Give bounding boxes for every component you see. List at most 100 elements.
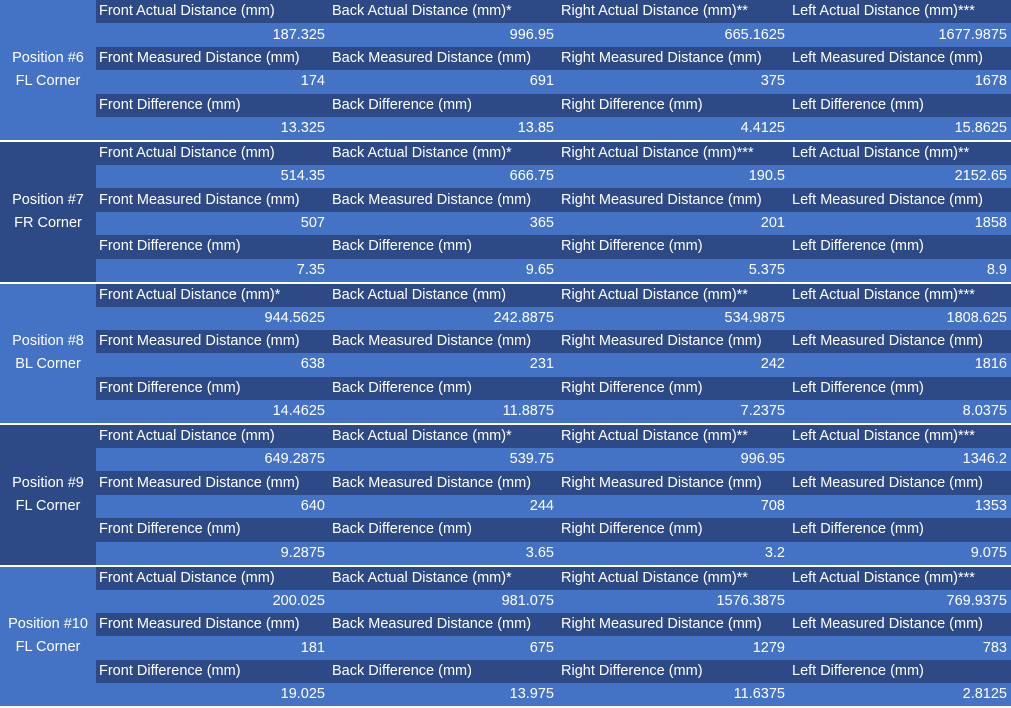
left-label-cell: Left Measured Distance (mm) (789, 471, 1011, 495)
front-label-cell: Front Actual Distance (mm) (96, 424, 329, 449)
table-row: Front Measured Distance (mm) Back Measure… (0, 46, 1011, 71)
corner-label: FR Corner (14, 214, 82, 231)
front-label-cell: Front Difference (mm) (96, 376, 329, 401)
front-label-cell: Front Actual Distance (mm)* (96, 282, 329, 307)
left-value-cell: 1808.625 (789, 306, 1011, 330)
front-label-cell: Front Measured Distance (mm) (96, 613, 329, 637)
back-value-cell: 242.8875 (329, 306, 558, 330)
back-value-cell: 666.75 (329, 164, 558, 189)
left-label-cell: Left Actual Distance (mm)** (789, 140, 1011, 165)
front-label-cell: Front Actual Distance (mm) (96, 565, 329, 590)
front-label-cell: Front Measured Distance (mm) (96, 188, 329, 212)
left-value-cell: 8.0375 (789, 400, 1011, 426)
right-label-cell: Right Actual Distance (mm)** (558, 282, 789, 307)
front-value-cell: 174 (96, 70, 329, 94)
left-value-cell: 1816 (789, 353, 1011, 377)
right-label-cell: Right Actual Distance (mm)** (558, 565, 789, 590)
back-label-cell: Back Difference (mm) (329, 235, 558, 259)
right-value-cell: 375 (558, 70, 789, 94)
front-value-cell: 181 (96, 636, 329, 660)
back-label-cell: Back Difference (mm) (329, 518, 558, 542)
front-value-cell: 944.5625 (96, 306, 329, 330)
table-row: Front Difference (mm) Back Difference (mm… (0, 93, 1011, 117)
back-value-cell: 675 (329, 636, 558, 660)
front-value-cell: 638 (96, 353, 329, 377)
right-value-cell: 7.2375 (558, 400, 789, 426)
table-row: Front Difference (mm) Back Difference (mm… (0, 376, 1011, 401)
table-row: Front Measured Distance (mm) Back Measure… (0, 471, 1011, 495)
right-label-cell: Right Measured Distance (mm) (558, 188, 789, 212)
right-label-cell: Right Measured Distance (mm) (558, 46, 789, 71)
right-value-cell: 534.9875 (558, 306, 789, 330)
back-label-cell: Back Actual Distance (mm)* (329, 424, 558, 449)
left-label-cell: Left Actual Distance (mm)*** (789, 282, 1011, 307)
position-label: Position #6 (12, 49, 84, 66)
back-value-cell: 996.95 (329, 23, 558, 47)
table-row: 7.35 9.65 5.375 8.9 (0, 258, 1011, 284)
left-value-cell: 15.8625 (789, 116, 1011, 142)
table-row: 514.35 666.75 190.5 2152.65 (0, 164, 1011, 189)
right-value-cell: 11.6375 (558, 683, 789, 708)
right-label-cell: Right Actual Distance (mm)** (558, 0, 789, 24)
left-label-cell: Left Difference (mm) (789, 518, 1011, 542)
table-row: 19.025 13.975 11.6375 2.8125 (0, 683, 1011, 708)
back-label-cell: Back Actual Distance (mm)* (329, 565, 558, 590)
table-body: Position #6 FL Corner Front Actual Distanc… (0, 0, 1011, 708)
left-value-cell: 1678 (789, 70, 1011, 94)
right-value-cell: 5.375 (558, 258, 789, 284)
left-value-cell: 8.9 (789, 258, 1011, 284)
left-value-cell: 9.075 (789, 541, 1011, 567)
position-label: Position #9 (12, 474, 84, 491)
table-row: 187.325 996.95 665.1625 1677.9875 (0, 23, 1011, 47)
table-row: Position #7 FR Corner Front Actual Distanc… (0, 140, 1011, 284)
front-label-cell: Front Difference (mm) (96, 659, 329, 684)
front-value-cell: 507 (96, 211, 329, 236)
position-label: Position #8 (12, 333, 84, 350)
right-label-cell: Right Difference (mm) (558, 376, 789, 401)
left-label-cell: Left Measured Distance (mm) (789, 46, 1011, 71)
right-value-cell: 242 (558, 353, 789, 377)
table-row: 14.4625 11.8875 7.2375 8.0375 (0, 400, 1011, 426)
table-row: 200.025 981.075 1576.3875 769.9375 (0, 589, 1011, 614)
left-label-cell: Left Difference (mm) (789, 376, 1011, 401)
front-value-cell: 19.025 (96, 683, 329, 708)
back-value-cell: 3.65 (329, 541, 558, 567)
back-label-cell: Back Measured Distance (mm) (329, 613, 558, 637)
back-value-cell: 13.975 (329, 683, 558, 708)
left-label-cell: Left Actual Distance (mm)*** (789, 424, 1011, 449)
back-label-cell: Back Actual Distance (mm)* (329, 140, 558, 165)
back-label-cell: Back Measured Distance (mm) (329, 471, 558, 495)
front-label-cell: Front Measured Distance (mm) (96, 471, 329, 495)
table-row: Front Measured Distance (mm) Back Measure… (0, 329, 1011, 354)
right-value-cell: 1576.3875 (558, 589, 789, 614)
table-row: 174 691 375 1678 (0, 70, 1011, 94)
right-value-cell: 3.2 (558, 541, 789, 567)
left-value-cell: 783 (789, 636, 1011, 660)
left-label-cell: Left Difference (mm) (789, 235, 1011, 259)
back-value-cell: 539.75 (329, 448, 558, 472)
measurement-table: Position #6 FL Corner Front Actual Distanc… (0, 0, 1011, 708)
position-cell: Position #8 BL Corner (0, 282, 96, 426)
left-value-cell: 1677.9875 (789, 23, 1011, 47)
table-row: 640 244 708 1353 (0, 494, 1011, 519)
corner-label: FL Corner (15, 639, 81, 656)
back-label-cell: Back Actual Distance (mm) (329, 282, 558, 307)
table-row: 181 675 1279 783 (0, 636, 1011, 660)
front-value-cell: 14.4625 (96, 400, 329, 426)
left-value-cell: 1858 (789, 211, 1011, 236)
table-row: 944.5625 242.8875 534.9875 1808.625 (0, 306, 1011, 330)
front-value-cell: 9.2875 (96, 541, 329, 567)
back-value-cell: 13.85 (329, 116, 558, 142)
table-row: Front Difference (mm) Back Difference (mm… (0, 518, 1011, 542)
position-label: Position #7 (12, 191, 84, 208)
left-label-cell: Left Difference (mm) (789, 659, 1011, 684)
right-value-cell: 665.1625 (558, 23, 789, 47)
right-label-cell: Right Difference (mm) (558, 235, 789, 259)
right-label-cell: Right Difference (mm) (558, 93, 789, 117)
back-label-cell: Back Difference (mm) (329, 659, 558, 684)
back-label-cell: Back Difference (mm) (329, 93, 558, 117)
front-value-cell: 13.325 (96, 116, 329, 142)
front-label-cell: Front Actual Distance (mm) (96, 140, 329, 165)
table-row: 638 231 242 1816 (0, 353, 1011, 377)
back-label-cell: Back Measured Distance (mm) (329, 329, 558, 354)
